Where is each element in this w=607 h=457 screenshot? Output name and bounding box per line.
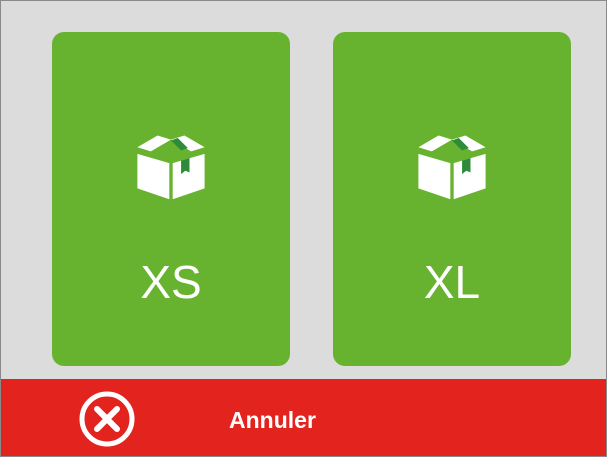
- package-box-icon: [410, 122, 494, 206]
- size-xl-button[interactable]: XL: [333, 32, 571, 366]
- cancel-label: Annuler: [229, 407, 316, 433]
- size-selection-screen: XS XL Annuler: [0, 0, 607, 457]
- size-xs-label: XS: [140, 256, 202, 308]
- package-box-icon: [129, 122, 213, 206]
- size-xs-button[interactable]: XS: [52, 32, 290, 366]
- cancel-button[interactable]: Annuler: [1, 379, 606, 456]
- size-xl-label: XL: [423, 256, 481, 308]
- close-circle-icon: [77, 389, 137, 449]
